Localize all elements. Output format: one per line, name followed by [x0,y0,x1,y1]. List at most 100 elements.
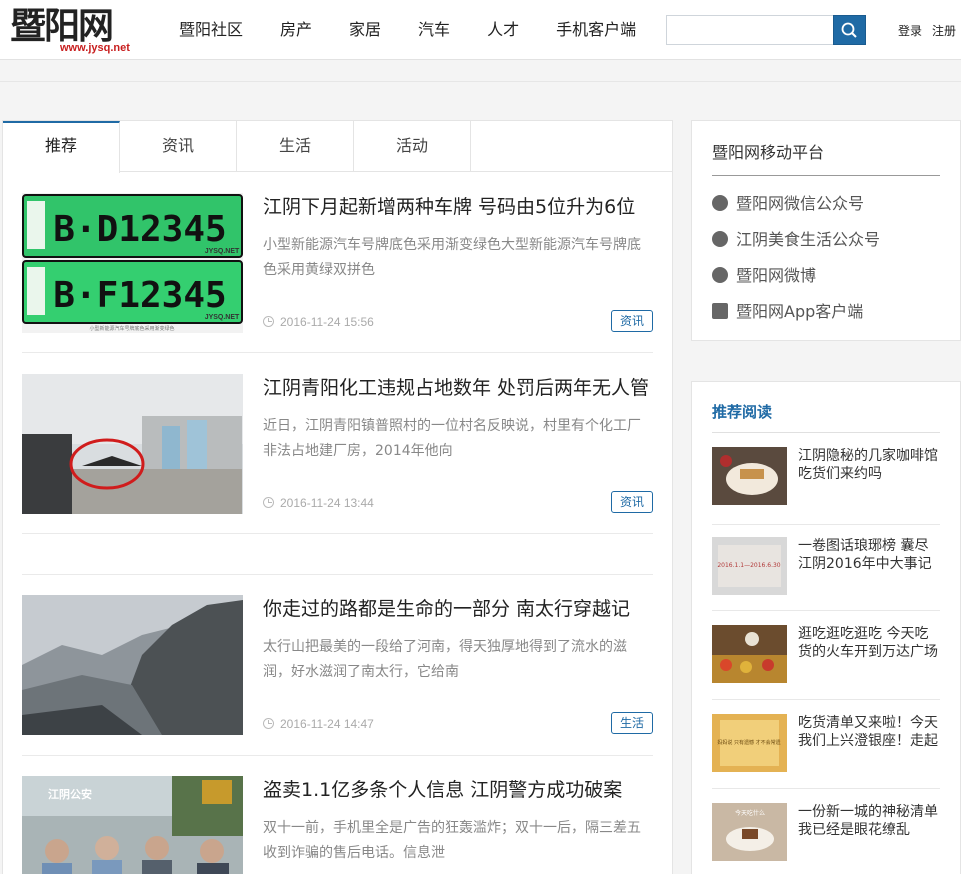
article-time: 2016-11-24 14:47 [263,717,374,731]
news-feed: 推荐 资讯 生活 活动 B·D12345 B·F12345 JYSQ.NET J… [2,120,673,874]
divider [712,610,940,611]
register-link[interactable]: 注册 [932,24,956,38]
article-summary: 太行山把最美的一段给了河南，得天独厚地得到了流水的滋润，好水滋润了南太行，它给南 [263,639,627,680]
menu-card-image: 妈妈说 只有遗憾 才不会常遗 [712,714,787,772]
search-box [666,15,866,45]
plate-caption: 小型新能源汽车号牌底色采用渐变绿色 [89,325,174,332]
nav-item-auto[interactable]: 汽车 [405,0,463,60]
divider [22,352,653,353]
nav-item-community[interactable]: 暨阳社区 [166,0,256,60]
divider [22,755,653,756]
article-item[interactable]: 江阴公安 盗卖1.1亿多条个人信息 江阴警方成功破案 双十一前，手机里全是广告的… [22,776,653,874]
recommended-thumbnail[interactable]: 2016.1.1—2016.6.30 [712,537,787,595]
plate-text-2: B·F12345 [53,275,226,316]
weibo-icon [712,267,728,283]
clock-icon [263,718,274,729]
article-item[interactable]: B·D12345 B·F12345 JYSQ.NET JYSQ.NET 小型新能… [22,193,653,333]
article-title[interactable]: 江阴青阳化工违规占地数年 处罚后两年无人管 [263,376,655,400]
login-link[interactable]: 登录 [898,24,922,38]
wechat-link[interactable]: 暨阳网微信公众号 [712,190,864,214]
police-image: 江阴公安 [22,776,243,874]
recommended-item[interactable]: 妈妈说 只有遗憾 才不会常遗 吃货清单又来啦！今天我们上兴澄银座！走起 [712,714,940,788]
recommended-text[interactable]: 一卷图话琅琊榜 囊尽江阴2016年中大事记 [798,537,940,573]
article-title[interactable]: 你走过的路都是生命的一部分 南太行穿越记 [263,597,655,621]
article-title[interactable]: 江阴下月起新增两种车牌 号码由5位升为6位 [263,195,655,219]
poster-label: 2016.1.1—2016.6.30 [717,562,780,569]
search-button[interactable] [833,15,866,45]
tab-events[interactable]: 活动 [354,121,471,172]
watermark-2: JYSQ.NET [205,314,240,321]
nav-item-realestate[interactable]: 房产 [267,0,325,60]
search-icon [841,22,857,38]
sub-header-bar [0,60,961,82]
main-nav: 暨阳社区 房产 家居 汽车 人才 手机客户端 [166,0,649,60]
recommended-item[interactable]: 2016.1.1—2016.6.30 一卷图话琅琊榜 囊尽江阴2016年中大事记 [712,537,940,611]
article-title[interactable]: 盗卖1.1亿多条个人信息 江阴警方成功破案 [263,778,655,802]
recommended-item[interactable]: 今天吃什么 一份新一城的神秘清单 我已经是眼花缭乱 [712,803,940,874]
article-summary: 近日，江阴青阳镇普照村的一位村名反映说，村里有个化工厂非法占地建厂房，2014年… [263,418,641,459]
divider [712,788,940,789]
recommended-title: 推荐阅读 [712,382,940,433]
site-logo[interactable]: 暨阳网 www.jysq.net [8,4,138,56]
article-thumbnail[interactable] [22,595,243,735]
recommended-thumbnail[interactable] [712,625,787,683]
recommended-thumbnail[interactable]: 今天吃什么 [712,803,787,861]
recommended-item[interactable]: 江阴隐秘的几家咖啡馆 吃货们来约吗 [712,447,940,521]
watermark-1: JYSQ.NET [205,248,240,255]
nav-item-mobile-client[interactable]: 手机客户端 [543,0,649,60]
article-item[interactable]: 你走过的路都是生命的一部分 南太行穿越记 太行山把最美的一段给了河南，得天独厚地… [22,595,653,735]
nav-item-jobs[interactable]: 人才 [474,0,532,60]
divider [22,574,653,575]
article-summary: 小型新能源汽车号牌底色采用渐变绿色大型新能源汽车号牌底色采用黄绿双拼色 [263,237,641,278]
mountain-image [22,595,243,735]
recommended-text[interactable]: 吃货清单又来啦！今天我们上兴澄银座！走起 [798,714,940,750]
panel-title: 暨阳网移动平台 [712,121,940,176]
divider [712,699,940,700]
divider [22,533,653,534]
recommended-text[interactable]: 江阴隐秘的几家咖啡馆 吃货们来约吗 [798,447,940,483]
poster-image: 2016.1.1—2016.6.30 [712,537,787,595]
divider [712,524,940,525]
site-header: 暨阳网 www.jysq.net 暨阳社区 房产 家居 汽车 人才 手机客户端 … [0,0,961,60]
tab-life[interactable]: 生活 [237,121,354,172]
recommended-item[interactable]: 逛吃逛吃逛吃 今天吃货的火车开到万达广场 [712,625,940,699]
article-summary: 双十一前，手机里全是广告的狂轰滥炸；双十一后，隔三差五收到诈骗的售后电话。信息泄 [263,820,641,861]
category-tag[interactable]: 生活 [611,712,653,734]
article-time: 2016-11-24 15:56 [263,315,374,329]
article-thumbnail[interactable]: B·D12345 B·F12345 JYSQ.NET JYSQ.NET 小型新能… [22,193,243,333]
recommended-panel: 推荐阅读 江阴隐秘的几家咖啡馆 吃货们来约吗 2016.1.1—2016.6.3… [691,381,961,874]
search-input[interactable] [666,15,834,45]
license-plate-image: B·D12345 B·F12345 JYSQ.NET JYSQ.NET 小型新能… [22,193,243,333]
article-thumbnail[interactable]: 江阴公安 [22,776,243,874]
chemical-plant-image [22,374,243,514]
nav-item-home[interactable]: 家居 [336,0,394,60]
food-wechat-link[interactable]: 江阴美食生活公众号 [712,226,880,250]
article-thumbnail[interactable] [22,374,243,514]
app-icon [712,303,728,319]
account-links: 登录 注册 [898,22,956,39]
category-tag[interactable]: 资讯 [611,491,653,513]
clock-icon [263,497,274,508]
weibo-link[interactable]: 暨阳网微博 [712,262,816,286]
app-link[interactable]: 暨阳网App客户端 [712,298,863,322]
mobile-platform-panel: 暨阳网移动平台 暨阳网微信公众号 江阴美食生活公众号 暨阳网微博 暨阳网App客… [691,120,961,341]
wechat-icon [712,195,728,211]
wechat-icon [712,231,728,247]
image-label: 江阴公安 [48,787,92,801]
category-tag[interactable]: 资讯 [611,310,653,332]
tab-recommended[interactable]: 推荐 [3,121,120,173]
recommended-thumbnail[interactable]: 妈妈说 只有遗憾 才不会常遗 [712,714,787,772]
tab-news[interactable]: 资讯 [120,121,237,172]
article-item[interactable]: 江阴青阳化工违规占地数年 处罚后两年无人管 近日，江阴青阳镇普照村的一位村名反映… [22,374,653,514]
recommended-text[interactable]: 一份新一城的神秘清单 我已经是眼花缭乱 [798,803,940,839]
dessert-image: 今天吃什么 [712,803,787,861]
logo-url: www.jysq.net [60,42,130,54]
feed-tabs: 推荐 资讯 生活 活动 [3,121,672,173]
article-time: 2016-11-24 13:44 [263,496,374,510]
dessert-label: 今天吃什么 [735,809,765,817]
recommended-text[interactable]: 逛吃逛吃逛吃 今天吃货的火车开到万达广场 [798,625,940,661]
market-image [712,625,787,683]
coffee-image [712,447,787,505]
recommended-thumbnail[interactable] [712,447,787,505]
clock-icon [263,316,274,327]
